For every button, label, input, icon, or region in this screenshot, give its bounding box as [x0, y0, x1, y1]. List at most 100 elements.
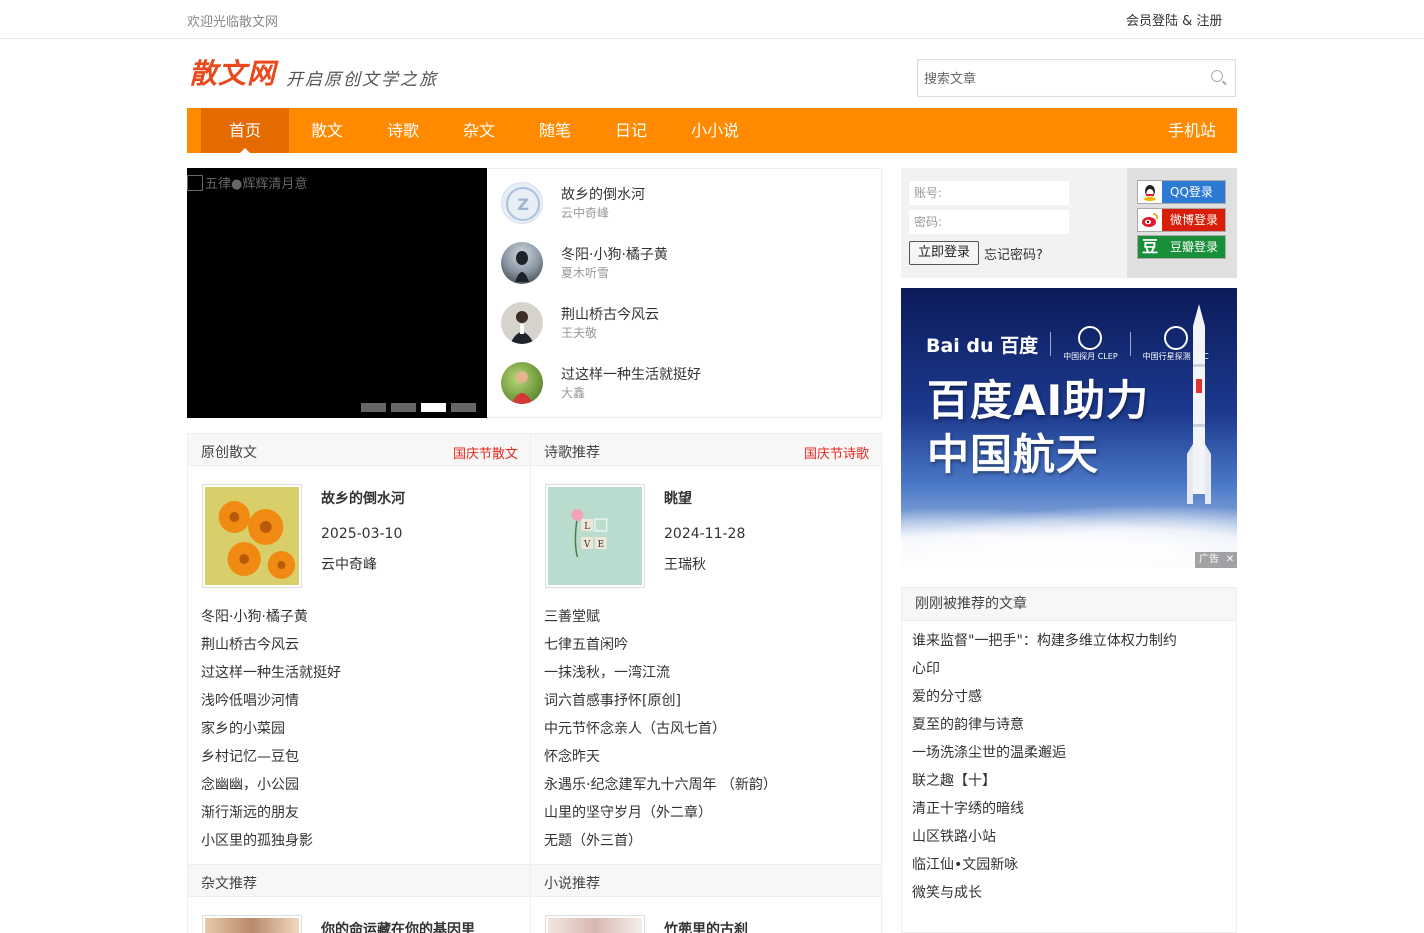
ad-close-icon[interactable]: ✕	[1223, 552, 1237, 568]
list-item[interactable]: 浅吟低唱沙河情	[201, 691, 341, 719]
section-title: 原创散文	[201, 445, 257, 461]
featured-author[interactable]: 夏木听雪	[561, 264, 609, 281]
thumbnail-image	[548, 918, 642, 933]
list-item[interactable]: 三善堂赋	[544, 607, 777, 635]
password-field[interactable]: 密码:	[909, 210, 1069, 234]
section-more-link[interactable]: 国庆节散文	[453, 443, 518, 462]
nav-item-home[interactable]: 首页	[201, 108, 289, 153]
featured-title[interactable]: 荆山桥古今风云	[561, 304, 659, 324]
account-field[interactable]: 账号:	[909, 181, 1069, 205]
nav-item-mobile[interactable]: 手机站	[1157, 108, 1227, 153]
list-item[interactable]: 临江仙•文园新咏	[912, 854, 1236, 882]
list-item[interactable]: 联之趣【十】	[912, 770, 1236, 798]
broken-image-icon	[187, 174, 203, 191]
post-title[interactable]: 故乡的倒水河	[321, 488, 405, 508]
featured-item[interactable]: 荆山桥古今风云 王夫敬	[501, 302, 871, 346]
cloud-decoration	[901, 498, 1237, 568]
nav-item-diary[interactable]: 日记	[603, 108, 659, 153]
list-item[interactable]: 中元节怀念亲人（古风七首）	[544, 719, 777, 747]
featured-author[interactable]: 王夫敬	[561, 324, 597, 341]
list-item[interactable]: 山里的坚守岁月（外二章）	[544, 803, 777, 831]
social-login: QQ登录 微博登录 豆 豆瓣登录	[1127, 168, 1237, 278]
featured-item[interactable]: 过这样一种生活就挺好 大鑫	[501, 362, 871, 406]
forgot-password-link[interactable]: 忘记密码?	[984, 244, 1043, 263]
featured-title[interactable]: 冬阳·小狗·橘子黄	[561, 244, 668, 264]
slider-dot-active[interactable]	[421, 403, 446, 412]
list-item[interactable]: 荆山桥古今风云	[201, 635, 341, 663]
weibo-login-label: 微博登录	[1170, 213, 1219, 227]
post-author[interactable]: 王瑞秋	[664, 554, 706, 574]
ad-banner[interactable]: Bai du 百度 中国探月 CLEP 中国行星探测 PEC 百度AI助力 中国…	[901, 288, 1237, 568]
post-title[interactable]: 竹蔸里的古刹	[664, 919, 748, 933]
post-thumbnail[interactable]	[202, 915, 302, 933]
qq-icon	[1138, 181, 1162, 203]
list-item[interactable]: 爱的分寸感	[912, 686, 1236, 714]
post-thumbnail[interactable]	[202, 484, 302, 588]
list-item[interactable]: 渐行渐远的朋友	[201, 803, 341, 831]
slider-dot[interactable]	[391, 403, 416, 412]
section-header: 诗歌推荐 国庆节诗歌	[531, 434, 881, 466]
slider-dots	[361, 403, 476, 412]
featured-title[interactable]: 故乡的倒水河	[561, 184, 645, 204]
featured-author[interactable]: 云中奇峰	[561, 204, 609, 221]
post-thumbnail[interactable]	[545, 915, 645, 933]
featured-title[interactable]: 过这样一种生活就挺好	[561, 364, 701, 384]
member-login-register-link[interactable]: 会员登陆 & 注册	[1126, 10, 1222, 29]
slider-dot[interactable]	[451, 403, 476, 412]
search-icon[interactable]	[1211, 70, 1223, 82]
nav-item-poetry[interactable]: 诗歌	[375, 108, 431, 153]
site-logo[interactable]: 散文网 开启原创文学之旅	[189, 57, 438, 92]
image-slider[interactable]: 五律●辉辉清月意	[187, 168, 487, 418]
list-item[interactable]: 夏至的韵律与诗意	[912, 714, 1236, 742]
weibo-login-button[interactable]: 微博登录	[1137, 208, 1226, 232]
nav-item-prose[interactable]: 散文	[299, 108, 355, 153]
list-item[interactable]: 清正十字绣的暗线	[912, 798, 1236, 826]
section-title: 小说推荐	[544, 876, 600, 892]
section-title: 杂文推荐	[201, 876, 257, 892]
post-author[interactable]: 云中奇峰	[321, 554, 377, 574]
list-item[interactable]: 冬阳·小狗·橘子黄	[201, 607, 341, 635]
list-item[interactable]: 家乡的小菜园	[201, 719, 341, 747]
clep-logo: 中国探月 CLEP	[1063, 326, 1118, 362]
featured-item[interactable]: 冬阳·小狗·橘子黄 夏木听雪	[501, 242, 871, 286]
nav-item-essay[interactable]: 杂文	[451, 108, 507, 153]
post-title[interactable]: 眺望	[664, 488, 692, 508]
section-more-link[interactable]: 国庆节诗歌	[804, 443, 869, 462]
list-item[interactable]: 乡村记忆—豆包	[201, 747, 341, 775]
avatar	[501, 302, 543, 344]
qq-login-button[interactable]: QQ登录	[1137, 180, 1226, 204]
post-thumbnail[interactable]: L V E	[545, 484, 645, 588]
ad-headline-line1: 百度AI助力	[927, 376, 1150, 425]
list-item[interactable]: 过这样一种生活就挺好	[201, 663, 341, 691]
nav-item-short-story[interactable]: 小小说	[681, 108, 749, 153]
login-button[interactable]: 立即登录	[909, 241, 979, 265]
login-panel: 账号: 密码: 立即登录 忘记密码? QQ登录 微博登录 豆 豆瓣登录	[901, 168, 1237, 278]
post-title[interactable]: 你的命运藏在你的基因里	[321, 919, 475, 933]
list-item[interactable]: 心印	[912, 658, 1236, 686]
top-bar: 欢迎光临散文网 会员登陆 & 注册	[0, 0, 1424, 39]
list-item[interactable]: 一抹浅秋，一湾江流	[544, 663, 777, 691]
list-item[interactable]: 一场洗涤尘世的温柔邂逅	[912, 742, 1236, 770]
recent-recommended: 刚刚被推荐的文章 谁来监督"一把手"：构建多维立体权力制约 心印 爱的分寸感 夏…	[901, 587, 1237, 933]
slider-image-alt: 五律●辉辉清月意	[205, 177, 308, 192]
slider-dot[interactable]	[361, 403, 386, 412]
list-item[interactable]: 永遇乐·纪念建军九十六周年 （新韵）	[544, 775, 777, 803]
search-input[interactable]	[924, 69, 1204, 89]
featured-item[interactable]: Z 故乡的倒水河 云中奇峰	[501, 182, 871, 226]
section-title: 诗歌推荐	[544, 445, 600, 461]
list-item[interactable]: 山区铁路小站	[912, 826, 1236, 854]
nav-item-jottings[interactable]: 随笔	[527, 108, 583, 153]
list-item[interactable]: 怀念昨天	[544, 747, 777, 775]
douban-login-button[interactable]: 豆 豆瓣登录	[1137, 235, 1226, 259]
list-item[interactable]: 小区里的孤独身影	[201, 831, 341, 859]
list-item[interactable]: 无题（外三首）	[544, 831, 777, 859]
featured-author[interactable]: 大鑫	[561, 384, 585, 401]
list-item[interactable]: 七律五首闲吟	[544, 635, 777, 663]
list-item[interactable]: 念幽幽，小公园	[201, 775, 341, 803]
slider-image[interactable]: 五律●辉辉清月意	[187, 173, 307, 192]
list-item[interactable]: 词六首感事抒怀[原创]	[544, 691, 777, 719]
list-item[interactable]: 微笑与成长	[912, 882, 1236, 910]
post-date: 2024-11-28	[664, 526, 746, 542]
list-item[interactable]: 谁来监督"一把手"：构建多维立体权力制约	[912, 630, 1236, 658]
poetry-section: 诗歌推荐 国庆节诗歌 L V E 眺望 2024-11-28 王瑞秋 三善堂赋 …	[530, 433, 882, 865]
